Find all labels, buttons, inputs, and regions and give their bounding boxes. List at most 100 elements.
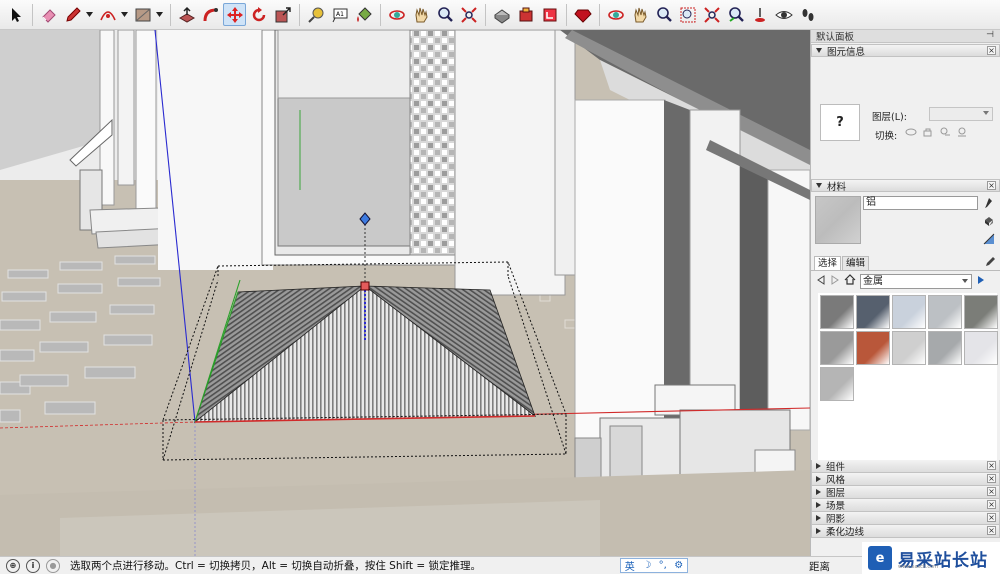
user-icon[interactable]: ● xyxy=(46,558,60,573)
gear-icon[interactable]: ⚙ xyxy=(674,560,683,571)
material-library-select[interactable]: 金属 xyxy=(860,273,972,289)
current-material-swatch[interactable] xyxy=(815,196,861,244)
expand-triangle-icon xyxy=(816,528,821,534)
ime-language[interactable]: 英 xyxy=(625,558,635,573)
toolbar-separator xyxy=(380,3,381,26)
measurements-label: 距离 xyxy=(809,561,830,573)
entity-info-header[interactable]: 图元信息 × xyxy=(811,44,1000,58)
look-around-icon[interactable] xyxy=(772,3,795,26)
rotate-tool-icon[interactable] xyxy=(247,3,270,26)
tab-select[interactable]: 选择 xyxy=(814,256,842,270)
layout-icon[interactable] xyxy=(538,3,561,26)
zoom-tool-icon[interactable] xyxy=(433,3,456,26)
follow-me-tool-icon[interactable] xyxy=(199,3,222,26)
main-toolbar: A1 xyxy=(0,0,1000,30)
close-panel-icon[interactable]: × xyxy=(987,461,996,470)
3d-warehouse-icon[interactable] xyxy=(490,3,513,26)
pan-view-icon[interactable] xyxy=(628,3,651,26)
forward-arrow-icon[interactable] xyxy=(830,274,840,288)
default-material-icon[interactable] xyxy=(982,232,996,246)
close-panel-icon[interactable]: × xyxy=(987,526,996,535)
pin-icon[interactable]: ⊣ xyxy=(986,30,994,40)
tray-title: 默认面板 ⊣ xyxy=(811,30,1000,43)
layer-label: 图层(L): xyxy=(872,112,907,123)
hidden-toggle-icon[interactable] xyxy=(904,126,918,138)
materials-header[interactable]: 材料 × xyxy=(811,179,1000,193)
material-swatch[interactable] xyxy=(928,295,962,329)
arc-tool-icon[interactable] xyxy=(96,3,119,26)
locked-toggle-icon[interactable] xyxy=(921,126,935,138)
sketchup-window: A1 默认面板 ⊣ 图元信息 × ? 图层(L): 切换: 材料 × 铝 选择 … xyxy=(0,0,1000,574)
material-swatch[interactable] xyxy=(820,367,854,401)
select-tool-icon[interactable] xyxy=(4,3,27,26)
material-swatch[interactable] xyxy=(892,331,926,365)
collapse-triangle-icon xyxy=(816,183,822,188)
tab-edit[interactable]: 编辑 xyxy=(842,256,870,270)
shape-tool-icon[interactable] xyxy=(131,3,154,26)
orbit-view-icon[interactable] xyxy=(604,3,627,26)
layer-select[interactable] xyxy=(929,107,993,121)
scale-tool-icon[interactable] xyxy=(271,3,294,26)
pencil-icon[interactable] xyxy=(984,256,996,271)
close-panel-icon[interactable]: × xyxy=(987,487,996,496)
3d-scene[interactable] xyxy=(0,30,810,556)
home-icon[interactable] xyxy=(844,274,856,288)
line-tool-dropdown-icon[interactable] xyxy=(85,3,93,26)
position-camera-icon[interactable] xyxy=(748,3,771,26)
close-panel-icon[interactable]: × xyxy=(987,474,996,483)
walk-icon[interactable] xyxy=(796,3,819,26)
paint-bucket-tool-icon[interactable] xyxy=(352,3,375,26)
zoom-view-icon[interactable] xyxy=(652,3,675,26)
previous-view-icon[interactable] xyxy=(724,3,747,26)
receive-shadows-toggle-icon[interactable] xyxy=(955,126,969,138)
arc-tool-dropdown-icon[interactable] xyxy=(120,3,128,26)
material-swatch[interactable] xyxy=(964,331,998,365)
material-swatch[interactable] xyxy=(928,331,962,365)
cast-shadows-toggle-icon[interactable] xyxy=(938,126,952,138)
close-panel-icon[interactable]: × xyxy=(987,513,996,522)
shape-tool-dropdown-icon[interactable] xyxy=(155,3,163,26)
geo-location-icon[interactable]: ⊕ xyxy=(6,558,20,573)
moon-icon[interactable]: ☽ xyxy=(642,560,651,571)
collapsed-panels: 组件 × 风格 × 图层 × 场景 × 阴影 × 柔化边线 × xyxy=(811,460,1000,538)
credits-icon[interactable]: i xyxy=(26,558,40,573)
model-viewport[interactable] xyxy=(0,30,810,556)
create-material-icon[interactable] xyxy=(982,214,996,228)
ruby-console-icon[interactable] xyxy=(571,3,594,26)
material-swatch[interactable] xyxy=(856,295,890,329)
zoom-extents-view-icon[interactable] xyxy=(700,3,723,26)
orbit-tool-icon[interactable] xyxy=(385,3,408,26)
zoom-extents-tool-icon[interactable] xyxy=(457,3,480,26)
back-arrow-icon[interactable] xyxy=(816,274,826,288)
material-swatch[interactable] xyxy=(856,331,890,365)
close-panel-icon[interactable]: × xyxy=(987,181,996,190)
text-tool-icon[interactable]: A1 xyxy=(328,3,351,26)
pan-tool-icon[interactable] xyxy=(409,3,432,26)
push-pull-tool-icon[interactable] xyxy=(175,3,198,26)
material-swatch[interactable] xyxy=(892,295,926,329)
collapsed-panel-header[interactable]: 柔化边线 × xyxy=(811,525,1000,538)
collapsed-panel-title: 组件 xyxy=(826,462,846,473)
material-swatch[interactable] xyxy=(820,295,854,329)
details-arrow-icon[interactable] xyxy=(976,275,986,288)
ime-toolbar[interactable]: 英 ☽ °, ⚙ xyxy=(620,558,688,573)
line-tool-icon[interactable] xyxy=(61,3,84,26)
material-name-field[interactable]: 铝 xyxy=(863,196,978,210)
material-swatch[interactable] xyxy=(964,295,998,329)
move-tool-icon[interactable] xyxy=(223,3,246,26)
expand-triangle-icon xyxy=(816,476,821,482)
tape-measure-tool-icon[interactable] xyxy=(304,3,327,26)
extension-warehouse-icon[interactable] xyxy=(514,3,537,26)
eraser-tool-icon[interactable] xyxy=(37,3,60,26)
expand-triangle-icon xyxy=(816,502,821,508)
tray-title-text: 默认面板 xyxy=(816,32,855,43)
material-swatch[interactable] xyxy=(820,331,854,365)
entity-info-panel: ? 图层(L): 切换: xyxy=(811,57,1000,178)
expand-triangle-icon xyxy=(816,489,821,495)
close-panel-icon[interactable]: × xyxy=(987,500,996,509)
collapsed-panel-title: 柔化边线 xyxy=(826,527,865,538)
eyedropper-icon[interactable] xyxy=(982,196,996,210)
close-panel-icon[interactable]: × xyxy=(987,46,996,55)
zoom-window-icon[interactable] xyxy=(676,3,699,26)
punctuation-icon[interactable]: °, xyxy=(659,560,667,571)
